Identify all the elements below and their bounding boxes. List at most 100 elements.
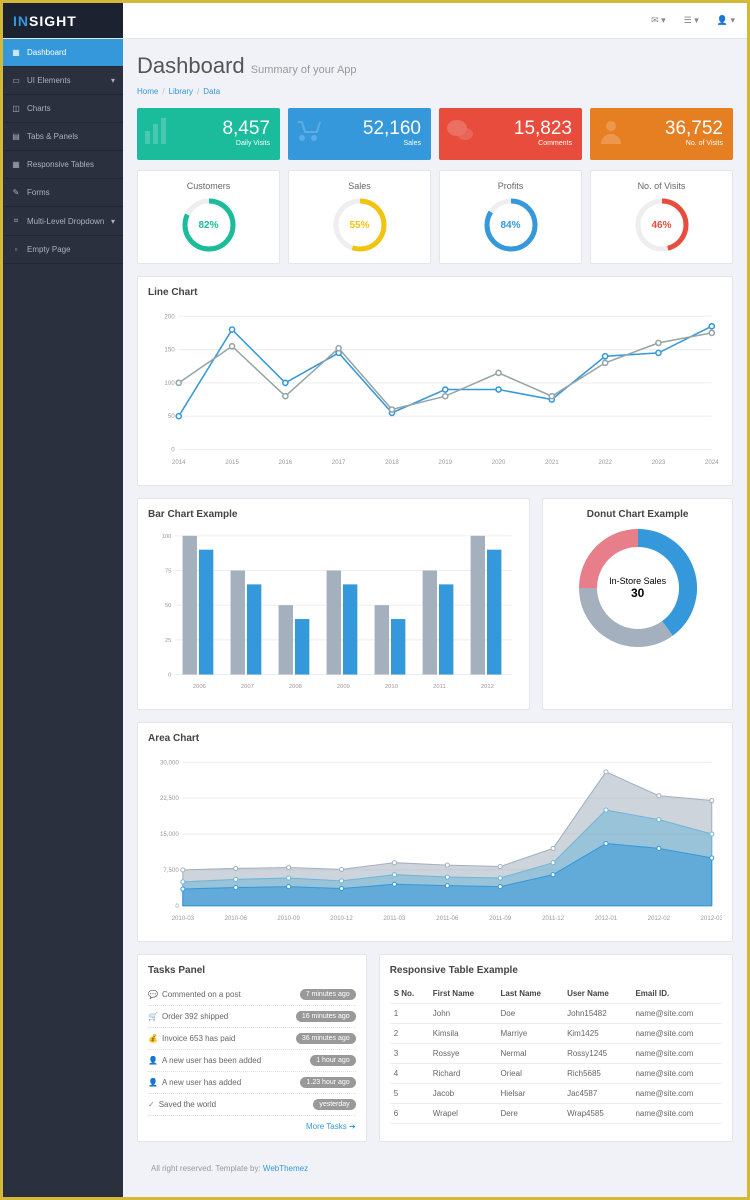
svg-text:100: 100 (164, 380, 175, 387)
task-icon: 💰 (148, 1034, 158, 1043)
main-content: Dashboard Summary of your App Home/Libra… (123, 39, 747, 1197)
progress-pct: 84% (483, 197, 539, 253)
logo-rest: SIGHT (29, 13, 77, 29)
nav-label: Dashboard (27, 48, 66, 57)
nav-icon: ▦ (11, 48, 21, 57)
svg-text:2010-03: 2010-03 (172, 915, 195, 922)
sidebar-item-ui-elements[interactable]: ▭UI Elements▾ (3, 67, 123, 95)
task-time-badge: 1.23 hour ago (300, 1077, 355, 1088)
table-row[interactable]: 1JohnDoeJohn15482name@site.com (390, 1004, 722, 1024)
footer-link[interactable]: WebThemez (263, 1164, 308, 1173)
table-cell: Rossy1245 (563, 1044, 631, 1064)
sidebar-item-dashboard[interactable]: ▦ Dashboard (3, 39, 123, 67)
table-cell: 5 (390, 1084, 429, 1104)
table-header: Email ID. (631, 984, 722, 1004)
donut-chart-title: Donut Chart Example (553, 509, 722, 520)
svg-text:2009: 2009 (337, 684, 350, 690)
more-tasks-text: More Tasks (306, 1122, 347, 1131)
nav-label: Responsive Tables (27, 160, 94, 169)
table-cell: name@site.com (631, 1004, 722, 1024)
sidebar-item-empty-page[interactable]: ▫Empty Page (3, 236, 123, 264)
page-subtitle: Summary of your App (251, 64, 357, 76)
svg-text:2011-09: 2011-09 (489, 915, 512, 922)
stat-card-no-of-visits[interactable]: 36,752No. of Visits (590, 108, 733, 160)
progress-label: No. of Visits (601, 181, 722, 191)
table-cell: 4 (390, 1064, 429, 1084)
user-icon[interactable]: 👤 ▾ (717, 15, 735, 26)
nav-label: Tabs & Panels (27, 132, 78, 141)
svg-text:0: 0 (175, 903, 179, 910)
task-item[interactable]: 💰Invoice 653 has paid36 minutes ago (148, 1028, 356, 1050)
tasks-list: 💬Commented on a post7 minutes ago🛒Order … (148, 984, 356, 1116)
stat-card-sales[interactable]: 52,160Sales (288, 108, 431, 160)
svg-text:2010-06: 2010-06 (224, 915, 247, 922)
nav-label: Empty Page (27, 245, 71, 254)
table-cell: 3 (390, 1044, 429, 1064)
breadcrumb-item[interactable]: Data (203, 87, 220, 96)
table-header-row: S No.First NameLast NameUser NameEmail I… (390, 984, 722, 1004)
svg-text:2017: 2017 (332, 459, 346, 466)
sidebar-item-charts[interactable]: ◫Charts (3, 95, 123, 123)
stat-icon (445, 116, 475, 151)
stat-card-daily-visits[interactable]: 8,457Daily Visits (137, 108, 280, 160)
stat-card-comments[interactable]: 15,823Comments (439, 108, 582, 160)
table-cell: 2 (390, 1024, 429, 1044)
table-header: S No. (390, 984, 429, 1004)
topbar-actions: ✉ ▾ ☰ ▾ 👤 ▾ (123, 3, 747, 38)
task-icon: ✓ (148, 1100, 155, 1109)
table-cell: Wrap4585 (563, 1104, 631, 1124)
svg-text:2012-02: 2012-02 (648, 915, 671, 922)
svg-text:2010-12: 2010-12 (330, 915, 353, 922)
chevron-down-icon: ▾ (111, 76, 115, 85)
task-text: Order 392 shipped (162, 1012, 228, 1021)
task-item[interactable]: 🛒Order 392 shipped16 minutes ago (148, 1006, 356, 1028)
table-row[interactable]: 6WrapelDereWrap4585name@site.com (390, 1104, 722, 1124)
task-text: A new user has added (162, 1078, 241, 1087)
sidebar-item-responsive-tables[interactable]: ▦Responsive Tables (3, 151, 123, 179)
task-item[interactable]: 💬Commented on a post7 minutes ago (148, 984, 356, 1006)
svg-text:2011-03: 2011-03 (383, 915, 406, 922)
stat-icon (143, 116, 173, 151)
svg-text:15,000: 15,000 (160, 831, 179, 838)
stat-value: 15,823 (475, 118, 572, 140)
table-row[interactable]: 3RossyeNermalRossy1245name@site.com (390, 1044, 722, 1064)
table-cell: Jacob (429, 1084, 497, 1104)
svg-text:0: 0 (168, 672, 172, 678)
footer-text: All right reserved. Template by: (151, 1164, 263, 1173)
task-icon: 👤 (148, 1056, 158, 1065)
line-chart-title: Line Chart (148, 287, 722, 298)
svg-text:2021: 2021 (545, 459, 559, 466)
table-cell: name@site.com (631, 1084, 722, 1104)
logo[interactable]: INSIGHT (3, 3, 123, 38)
progress-pct: 46% (634, 197, 690, 253)
svg-text:100: 100 (162, 534, 173, 540)
task-item[interactable]: ✓Saved the worldyesterday (148, 1094, 356, 1116)
table-cell: name@site.com (631, 1044, 722, 1064)
task-item[interactable]: 👤A new user has been added1 hour ago (148, 1050, 356, 1072)
table-cell: Orieal (497, 1064, 564, 1084)
table-row[interactable]: 4RichardOriealRich5685name@site.com (390, 1064, 722, 1084)
sidebar-item-multi-level-dropdown[interactable]: ⌗Multi-Level Dropdown▾ (3, 207, 123, 236)
svg-text:2024: 2024 (705, 459, 719, 466)
table-cell: Jac4587 (563, 1084, 631, 1104)
svg-text:2012-03: 2012-03 (701, 915, 722, 922)
task-item[interactable]: 👤 A new user has added 1.23 hour ago (148, 1072, 356, 1094)
mail-icon[interactable]: ✉ ▾ (651, 15, 666, 26)
sidebar-item-forms[interactable]: ✎Forms (3, 179, 123, 207)
breadcrumb-item[interactable]: Library (169, 87, 193, 96)
breadcrumb-item[interactable]: Home (137, 87, 158, 96)
sidebar-item-tabs-panels[interactable]: ▤Tabs & Panels (3, 123, 123, 151)
sidebar: ▦ Dashboard ▭UI Elements▾◫Charts▤Tabs & Pa… (3, 39, 123, 1197)
table-row[interactable]: 2KimsilaMarriyeKim1425name@site.com (390, 1024, 722, 1044)
list-icon[interactable]: ☰ ▾ (684, 15, 699, 26)
task-icon: 👤 (148, 1078, 158, 1087)
table-cell: John15482 (563, 1004, 631, 1024)
donut-center-value: 30 (631, 586, 644, 600)
stat-cards: 8,457Daily Visits52,160Sales15,823Commen… (137, 108, 733, 160)
line-chart-panel: Line Chart 05010015020020142015201620172… (137, 276, 733, 486)
table-row[interactable]: 5JacobHielsarJac4587name@site.com (390, 1084, 722, 1104)
table-cell: Marriye (497, 1024, 564, 1044)
svg-text:2011-06: 2011-06 (436, 915, 459, 922)
table-cell: Richard (429, 1064, 497, 1084)
more-tasks-link[interactable]: More Tasks ➜ (148, 1122, 356, 1131)
